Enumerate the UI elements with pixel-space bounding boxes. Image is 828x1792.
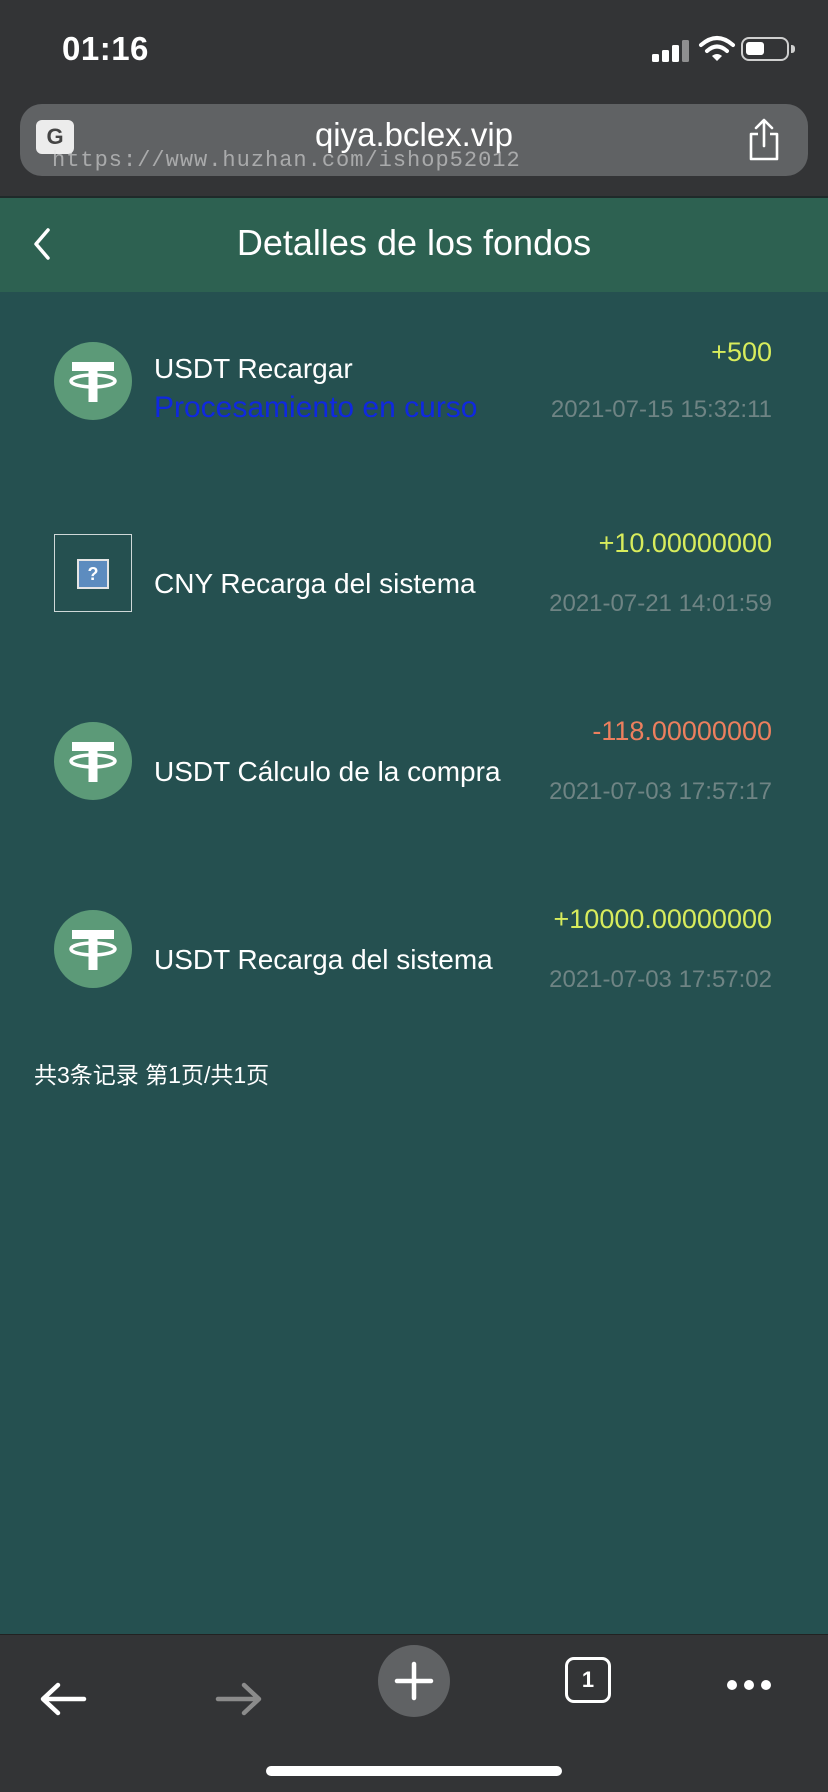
forward-arrow-icon[interactable]: [198, 1655, 278, 1725]
new-tab-button[interactable]: [378, 1645, 450, 1717]
record-status: Procesamiento en curso: [154, 391, 478, 424]
page-header: Detalles de los fondos: [0, 196, 828, 292]
browser-address-area: G qiya.bclex.vip https://www.huzhan.com/…: [0, 98, 828, 196]
record-date: 2021-07-03 17:57:02: [549, 966, 772, 993]
status-bar: 01:16: [0, 0, 828, 98]
record-amount: +10000.00000000: [553, 904, 772, 934]
fund-record[interactable]: USDT Cálculo de la compra -118.00000000 …: [0, 700, 828, 850]
record-date: 2021-07-03 17:57:17: [549, 778, 772, 805]
watermark-text: https://www.huzhan.com/ishop52012: [52, 148, 521, 173]
share-icon[interactable]: [746, 118, 782, 162]
fund-record[interactable]: USDT Recargar Procesamiento en curso +50…: [0, 320, 828, 470]
tether-icon: [54, 910, 132, 988]
record-amount: +500: [711, 337, 772, 367]
unknown-image-icon: ?: [54, 534, 132, 612]
fund-record[interactable]: USDT Recarga del sistema +10000.00000000…: [0, 888, 828, 1038]
record-date: 2021-07-21 14:01:59: [549, 590, 772, 617]
battery-icon: [741, 37, 795, 61]
home-indicator: [266, 1766, 562, 1776]
fund-record[interactable]: ? CNY Recarga del sistema +10.00000000 2…: [0, 510, 828, 660]
pagination-summary: 共3条记录 第1页/共1页: [34, 1062, 270, 1088]
record-label: USDT Recargar: [154, 353, 353, 384]
record-label: USDT Cálculo de la compra: [154, 756, 501, 787]
tab-count-button[interactable]: 1: [565, 1657, 611, 1703]
plus-icon: [394, 1661, 434, 1701]
app: 01:16 G qiya.bclex.vip https://www.huzha…: [0, 0, 828, 1792]
record-amount: +10.00000000: [598, 528, 772, 558]
record-label: CNY Recarga del sistema: [154, 568, 476, 599]
tether-icon: [54, 342, 132, 420]
tether-icon: [54, 722, 132, 800]
record-amount: -118.00000000: [592, 716, 772, 746]
status-time: 01:16: [62, 30, 149, 67]
back-arrow-icon[interactable]: [24, 1655, 104, 1725]
more-menu-icon[interactable]: [727, 1677, 778, 1695]
page-title: Detalles de los fondos: [236, 222, 592, 263]
address-bar[interactable]: G qiya.bclex.vip https://www.huzhan.com/…: [20, 104, 808, 176]
wifi-icon: [699, 36, 735, 61]
signal-icon: [652, 40, 690, 62]
record-date: 2021-07-15 15:32:11: [550, 396, 772, 423]
record-label: USDT Recarga del sistema: [154, 944, 493, 975]
